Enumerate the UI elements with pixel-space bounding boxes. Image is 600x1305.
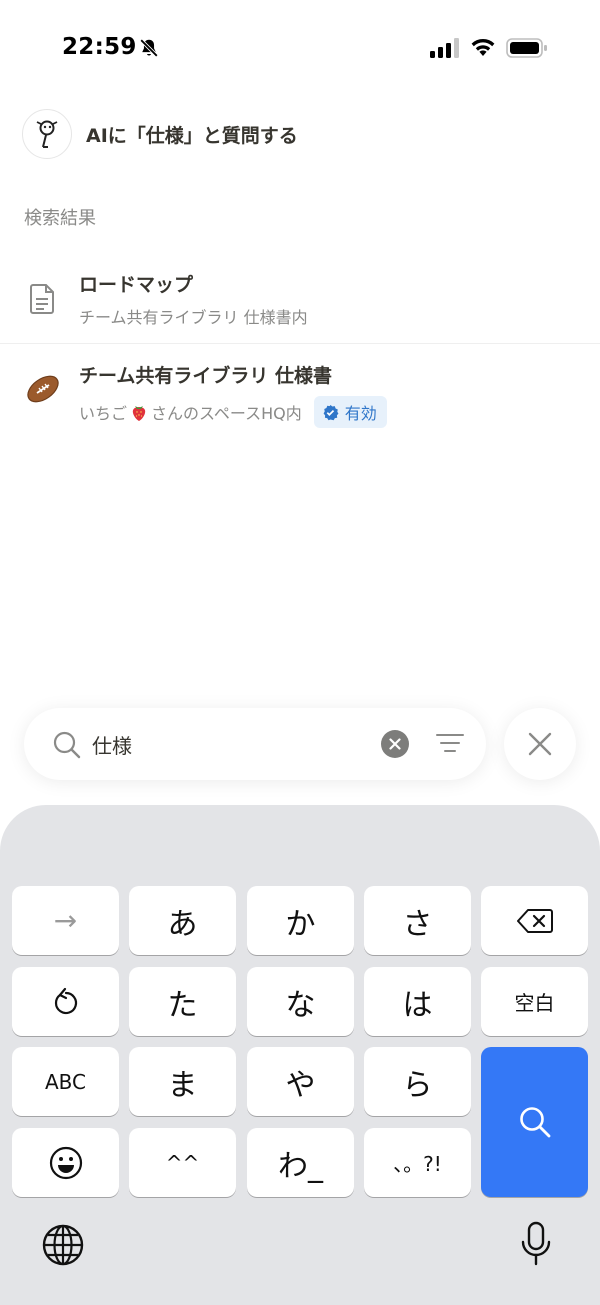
ask-ai-label: AIに「仕様」と質問する xyxy=(86,124,298,147)
key-ra[interactable]: ら xyxy=(364,1047,471,1116)
key-ka[interactable]: か xyxy=(247,886,354,955)
search-key[interactable] xyxy=(481,1047,588,1197)
verified-badge: 有効 xyxy=(313,396,387,428)
search-icon xyxy=(519,1107,550,1138)
backspace-key[interactable] xyxy=(481,886,588,955)
key-ya[interactable]: や xyxy=(247,1047,354,1116)
key-next[interactable]: → xyxy=(12,886,119,955)
football-icon xyxy=(24,370,62,408)
key-na[interactable]: な xyxy=(247,967,354,1036)
globe-icon[interactable] xyxy=(42,1224,84,1266)
ai-avatar-icon xyxy=(22,109,72,159)
search-icon xyxy=(53,731,81,759)
close-icon xyxy=(528,732,552,756)
strawberry-icon xyxy=(132,406,146,421)
result-space: さんのスペースHQ内 xyxy=(151,404,302,423)
result-subtitle: チーム共有ライブラリ 仕様書内 xyxy=(79,308,308,327)
status-time: 22:59 xyxy=(62,34,137,60)
japanese-keyboard: → あ か さ た な は 空白 ABC ま や ら ^^ わ_ 、。?! xyxy=(0,805,600,1305)
backspace-icon xyxy=(516,908,553,933)
result-title: チーム共有ライブラリ 仕様書 xyxy=(79,365,333,387)
bell-muted-icon xyxy=(139,38,159,58)
document-icon xyxy=(24,280,62,318)
key-ta[interactable]: た xyxy=(129,967,236,1036)
space-key[interactable]: 空白 xyxy=(481,967,588,1036)
wifi-icon xyxy=(471,38,495,56)
abc-key[interactable]: ABC xyxy=(12,1047,119,1116)
verified-icon xyxy=(323,404,339,420)
emoji-key[interactable] xyxy=(12,1128,119,1197)
clear-search-button[interactable] xyxy=(381,730,409,758)
result-owner: いちご xyxy=(79,404,128,423)
section-title: 検索結果 xyxy=(24,208,96,229)
undo-key[interactable] xyxy=(12,967,119,1036)
search-bar[interactable]: 仕様 xyxy=(24,708,486,780)
key-a[interactable]: あ xyxy=(129,886,236,955)
search-result-item[interactable]: ロードマップ チーム共有ライブラリ 仕様書内 xyxy=(0,256,600,344)
microphone-icon[interactable] xyxy=(520,1221,552,1267)
key-kaomoji[interactable]: ^^ xyxy=(129,1128,236,1197)
badge-label: 有効 xyxy=(344,404,377,423)
search-input[interactable]: 仕様 xyxy=(92,730,132,759)
filter-icon[interactable] xyxy=(436,732,464,756)
cellular-signal-icon xyxy=(430,38,459,58)
result-title: ロードマップ xyxy=(79,274,194,296)
search-result-item[interactable]: チーム共有ライブラリ 仕様書 いちご さんのスペースHQ内 有効 xyxy=(0,346,600,436)
clear-icon xyxy=(389,738,401,750)
undo-icon xyxy=(54,987,77,1014)
key-punctuation[interactable]: 、。?! xyxy=(364,1128,471,1197)
key-wa[interactable]: わ_ xyxy=(247,1128,354,1197)
close-search-button[interactable] xyxy=(504,708,576,780)
emoji-icon xyxy=(49,1146,82,1179)
key-ha[interactable]: は xyxy=(364,967,471,1036)
key-ma[interactable]: ま xyxy=(129,1047,236,1116)
status-bar: 22:59 xyxy=(0,0,600,96)
ask-ai-row[interactable]: AIに「仕様」と質問する xyxy=(22,108,582,160)
battery-icon xyxy=(506,38,547,58)
key-sa[interactable]: さ xyxy=(364,886,471,955)
result-subtitle: いちご さんのスペースHQ内 有効 xyxy=(79,396,387,428)
